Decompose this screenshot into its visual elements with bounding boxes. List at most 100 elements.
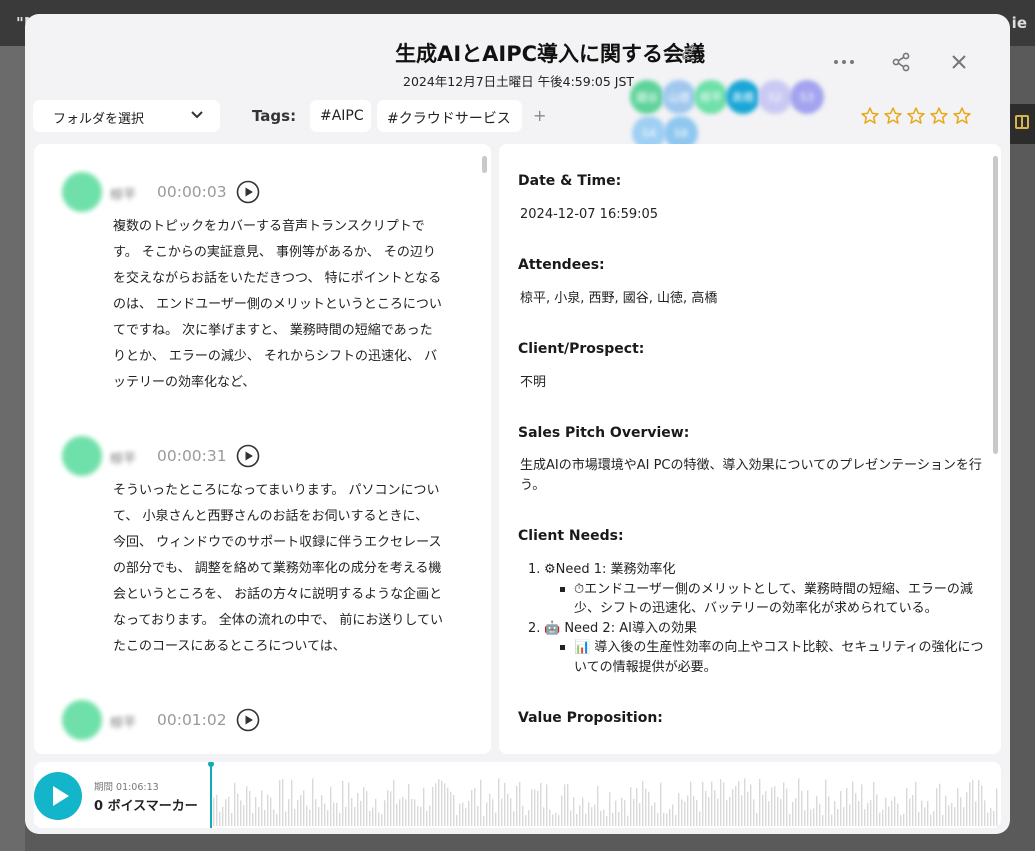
waveform-bar [297,800,299,826]
tag-aipc[interactable]: #AIPC [310,100,371,132]
waveform-bar [798,778,800,826]
tag-cloud-service[interactable]: #クラウドサービス [377,100,522,132]
segment-play-icon[interactable] [236,180,260,204]
waveform-bar [336,802,338,826]
waveform-bar [918,812,920,826]
close-button[interactable] [945,48,973,76]
more-button[interactable] [830,48,858,76]
gift-tab[interactable] [1008,104,1035,144]
summary-panel[interactable]: Date & Time: 2024-12-07 16:59:05 Attende… [499,144,1001,754]
waveform-bar [684,801,686,826]
waveform-bar [768,801,770,826]
waveform-bar [516,785,518,826]
waveform-bar [582,797,584,826]
summary-scrollbar[interactable] [993,156,998,454]
waveform-bar [612,812,614,826]
waveform-bar [738,781,740,826]
waveform-bar [243,805,245,826]
waveform-bar [474,787,476,826]
waveform-bar [429,805,431,826]
waveform-bar [834,801,836,826]
waveform-bar [900,814,902,826]
waveform-bar [957,788,959,826]
waveform-bar [708,797,710,826]
star-icon[interactable] [883,106,903,126]
waveform-bar [468,801,470,826]
audio-player: 期間 01:06:13 0 ボイスマーカー [34,762,1001,828]
value-heading: Value Proposition: [518,710,663,726]
waveform-bar [780,799,782,826]
waveform-bar [279,780,281,826]
need-label: Need 1: 業務効率化 [555,562,676,577]
avatar[interactable]: 國谷 [630,80,664,114]
waveform-bar [855,793,857,826]
waveform-bar [627,815,629,826]
waveform-bar [354,807,356,826]
waveform-bar [501,798,503,826]
need-item: 2. 🤖 Need 2: AI導入の効果 [518,619,988,639]
bar-chart-icon: 📊 [574,640,591,655]
segment-timestamp[interactable]: 00:01:02 [157,711,227,729]
waveform-bar [522,805,524,826]
edit-pencil-icon[interactable] [680,42,698,60]
rating-stars[interactable] [860,106,972,128]
avatar[interactable]: S2 [758,80,792,114]
waveform-bar [366,791,368,826]
waveform-bar [375,798,377,826]
waveform-bar [906,787,908,826]
star-icon[interactable] [929,106,949,126]
waveform[interactable] [210,762,1001,828]
add-tag-button[interactable]: + [533,106,546,125]
waveform-bar [441,780,443,826]
playhead[interactable] [208,762,214,828]
waveform-bar [276,814,278,826]
pitch-value: 生成AIの市場環境やAI PCの特徴、導入効果についてのプレゼンテーションを行う… [520,458,982,493]
waveform-bar [342,780,344,826]
waveform-bar [687,795,689,826]
close-icon [952,55,966,69]
bullet [560,645,565,650]
waveform-bar [753,799,755,826]
meeting-modal: 生成AIとAIPC導入に関する会議 2024年12月7日土曜日 午後4:59:0… [25,14,1010,834]
star-icon[interactable] [860,106,880,126]
waveform-bar [432,786,434,826]
avatar[interactable]: 椋平 [694,80,728,114]
segment-timestamp[interactable]: 00:00:31 [157,447,227,465]
waveform-bar [321,795,323,826]
waveform-bar [750,784,752,826]
segment-timestamp[interactable]: 00:00:03 [157,183,227,201]
waveform-bar [462,802,464,826]
waveform-bar [291,779,293,826]
robot-icon: 🤖 [544,620,561,636]
waveform-bar [585,813,587,826]
waveform-bar [213,797,215,826]
waveform-bar [837,809,839,826]
avatar[interactable]: 高橋 [726,80,760,114]
waveform-bar [348,782,350,826]
transcript-panel[interactable]: 椋平 00:00:03 複数のトピックをカバーする音声トランスクリプトで す。 … [34,144,491,754]
avatar[interactable]: S3 [790,80,824,114]
share-button[interactable] [887,48,915,76]
waveform-bar [339,812,341,826]
star-icon[interactable] [952,106,972,126]
star-icon[interactable] [906,106,926,126]
waveform-bar [483,815,485,826]
waveform-bar [660,782,662,826]
waveform-bar [966,792,968,826]
waveform-bar [696,799,698,826]
waveform-bar [549,809,551,826]
waveform-bar [588,802,590,826]
waveform-bar [777,796,779,826]
transcript-scrollbar[interactable] [482,156,487,173]
waveform-bar [222,806,224,826]
segment-play-icon[interactable] [236,708,260,732]
background-left-strip [0,46,25,851]
avatar[interactable]: 山徳 [662,80,696,114]
play-button[interactable] [34,772,82,820]
waveform-bar [765,791,767,826]
waveform-bar [600,810,602,826]
waveform-bar [603,809,605,826]
segment-play-icon[interactable] [236,444,260,468]
waveform-bar [963,807,965,826]
folder-select[interactable]: フォルダを選択 [33,100,220,132]
